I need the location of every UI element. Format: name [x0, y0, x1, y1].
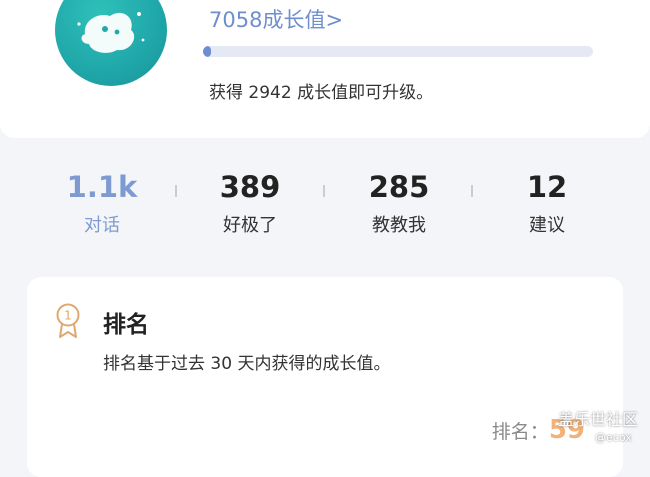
stat-value: 1.1k: [66, 170, 138, 204]
upgrade-hint: 获得 2942 成长值即可升级。: [209, 83, 434, 103]
stat-great[interactable]: 389 好极了: [190, 167, 310, 237]
avatar[interactable]: [55, 0, 167, 86]
medal-icon: 1: [56, 303, 80, 338]
stat-value: 285: [368, 170, 430, 204]
rank-label: 排名：: [491, 421, 549, 443]
stat-divider: [175, 185, 177, 197]
stats-section: 1.1k 对话 389 好极了 285 教教我 12 建议: [0, 145, 650, 257]
stat-label: 对话: [84, 215, 120, 236]
growth-progress-bar: [203, 46, 593, 57]
stat-divider: [323, 185, 325, 197]
watermark-site: 盖乐世社区: [558, 410, 639, 429]
profile-card: 7058成长值> 获得 2942 成长值即可升级。: [0, 0, 650, 138]
ranking-title: 排名: [103, 312, 149, 338]
growth-value-text: 7058成长值: [209, 8, 326, 32]
svg-text:1: 1: [64, 309, 72, 323]
chevron-right-icon: >: [325, 8, 344, 32]
ranking-card: 1 排名 排名基于过去 30 天内获得的成长值。 排名：59: [27, 277, 623, 477]
stat-label: 教教我: [372, 215, 426, 236]
stat-label: 好极了: [223, 215, 277, 236]
stat-divider: [471, 185, 473, 197]
stat-value: 389: [219, 170, 281, 204]
growth-progress-fill: [203, 46, 211, 57]
stat-suggestions[interactable]: 12 建议: [487, 167, 607, 237]
ranking-description: 排名基于过去 30 天内获得的成长值。: [103, 354, 391, 374]
stat-conversations[interactable]: 1.1k 对话: [42, 167, 162, 237]
stat-value: 12: [526, 170, 568, 204]
stat-label: 建议: [529, 215, 565, 236]
avatar-icon: [77, 12, 145, 53]
watermark-handle: @ecox: [595, 431, 632, 444]
growth-value-link[interactable]: 7058成长值>: [209, 4, 343, 34]
stat-teach-me[interactable]: 285 教教我: [339, 167, 459, 237]
